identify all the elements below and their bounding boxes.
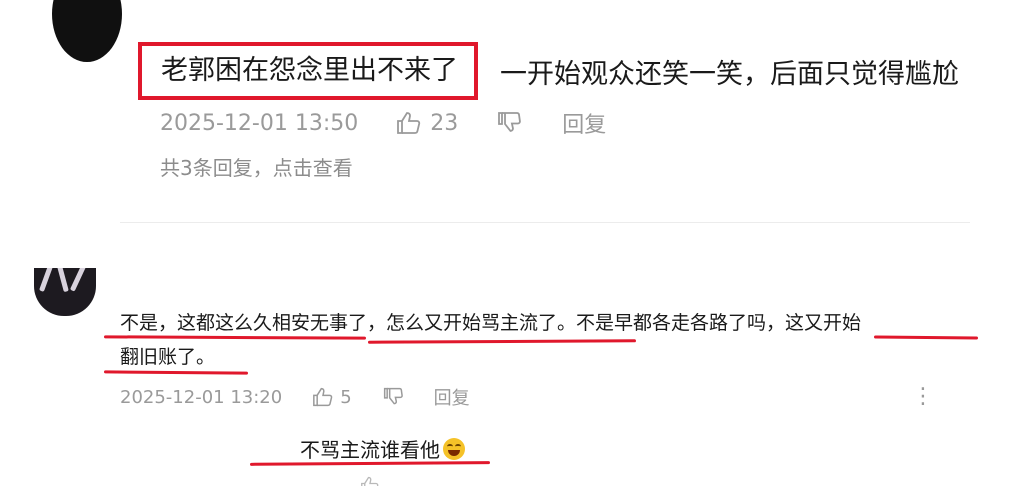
avatar[interactable] bbox=[34, 268, 96, 316]
highlighted-comment-text: 老郭困在怨念里出不来了 bbox=[138, 42, 478, 100]
reply-button[interactable]: 回复 bbox=[434, 384, 470, 410]
comment-text-line: 不是，这都这么久相安无事了，怎么又开始骂主流了。不是早都各走各路了吗，这又开始 bbox=[120, 312, 862, 334]
comment-meta: 2025-12-01 13:50 23 回复 bbox=[160, 106, 606, 140]
comment-text-rest: 一开始观众还笑一笑，后面只觉得尴尬 bbox=[500, 58, 959, 90]
thumbs-up-icon bbox=[361, 476, 379, 486]
like-button[interactable]: 5 bbox=[312, 386, 352, 408]
thumbs-up-icon bbox=[397, 112, 421, 134]
avatar[interactable] bbox=[52, 0, 122, 62]
reply-button[interactable]: 回复 bbox=[562, 107, 606, 139]
cutoff-meta-row bbox=[340, 476, 380, 486]
divider bbox=[120, 222, 970, 223]
thumbs-up-icon bbox=[313, 387, 333, 407]
like-count: 23 bbox=[430, 110, 459, 136]
thumbs-down-icon bbox=[498, 112, 522, 132]
thumbs-down-icon bbox=[383, 387, 403, 405]
reply-preview[interactable]: 不骂主流谁看他 bbox=[300, 434, 465, 463]
like-count: 5 bbox=[340, 386, 352, 408]
comment-timestamp: 2025-12-01 13:20 bbox=[120, 386, 283, 408]
dislike-button[interactable] bbox=[496, 111, 522, 135]
annotation-underline bbox=[873, 335, 979, 340]
dislike-button[interactable] bbox=[382, 387, 404, 407]
annotation-underline bbox=[103, 335, 367, 340]
annotation-underline bbox=[103, 370, 249, 375]
laughing-emoji-icon bbox=[443, 437, 465, 460]
annotation-underline bbox=[249, 461, 491, 466]
annotation-underline bbox=[367, 339, 637, 344]
view-replies-link[interactable]: 共3条回复，点击查看 bbox=[160, 152, 353, 181]
more-icon[interactable]: ⋮ bbox=[912, 382, 934, 412]
comment-meta: 2025-12-01 13:20 5 回复 bbox=[120, 382, 470, 412]
reply-preview-text: 不骂主流谁看他 bbox=[300, 438, 440, 462]
like-button[interactable]: 23 bbox=[396, 111, 458, 136]
comment-text-line: 翻旧账了。 bbox=[120, 346, 216, 368]
comment-timestamp: 2025-12-01 13:50 bbox=[160, 110, 359, 136]
comment-text: 老郭困在怨念里出不来了 一开始观众还笑一笑，后面只觉得尴尬 bbox=[138, 42, 959, 100]
